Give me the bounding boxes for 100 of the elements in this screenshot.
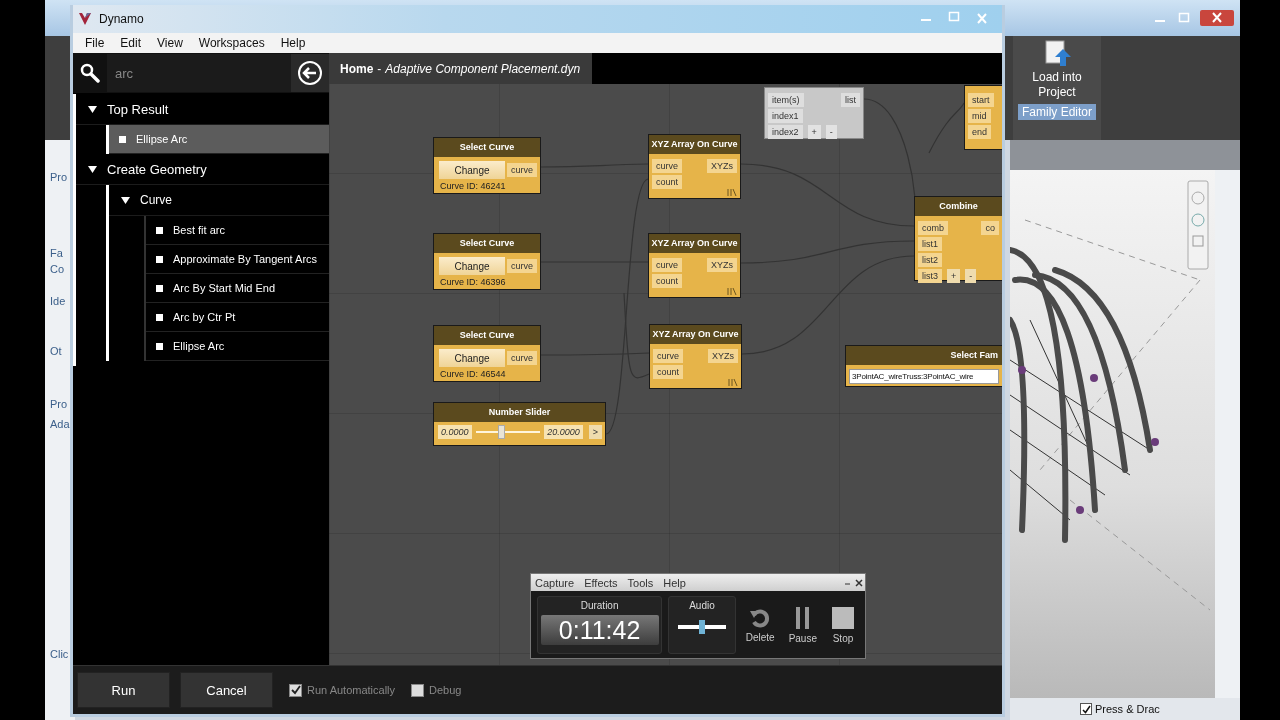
status-text: Press & Drac: [1095, 703, 1160, 715]
port-label[interactable]: end: [968, 125, 992, 139]
port-label[interactable]: XYZs: [708, 349, 738, 363]
node-card[interactable]: XYZ Array On Curve curve count XYZs: [648, 233, 741, 298]
port-label[interactable]: start: [968, 93, 994, 107]
maximize-icon[interactable]: [1176, 12, 1192, 24]
expanded-caret-icon[interactable]: [121, 195, 130, 205]
panel-label: Fa: [50, 246, 64, 260]
node-card[interactable]: Select Curve Change curve Curve ID: 46544: [433, 325, 541, 382]
timer-display: 0:11:42: [540, 614, 659, 645]
search-field[interactable]: arc: [107, 54, 291, 92]
checkbox[interactable]: [1080, 703, 1092, 715]
checkbox-label: Run Automatically: [307, 684, 396, 696]
node-title: Combine: [915, 197, 1002, 216]
max-value-field[interactable]: 20.0000: [544, 425, 583, 439]
port-label[interactable]: curve: [507, 351, 537, 365]
port-label[interactable]: comb: [918, 221, 948, 235]
delete-button[interactable]: Delete: [741, 606, 779, 643]
search-icon: [80, 63, 100, 83]
port-label[interactable]: index2: [768, 125, 803, 139]
change-button[interactable]: Change: [439, 349, 505, 367]
port-label[interactable]: list1: [918, 237, 942, 251]
node-card[interactable]: XYZ Array On Curve curve count XYZs: [649, 324, 742, 389]
port-label[interactable]: XYZs: [707, 258, 737, 272]
panel-label: Ide: [50, 294, 67, 308]
expand-button[interactable]: >: [588, 425, 602, 439]
node-title: XYZ Array On Curve: [649, 234, 740, 253]
panel-label: Pro: [50, 170, 69, 184]
change-button[interactable]: Change: [439, 257, 505, 275]
min-value-field[interactable]: 0.0000: [438, 425, 472, 439]
slider-thumb[interactable]: [498, 425, 506, 439]
node-card[interactable]: XYZ Array On Curve curve count XYZs: [648, 134, 741, 199]
cancel-button[interactable]: Cancel: [180, 672, 273, 708]
port-label[interactable]: list: [841, 93, 860, 107]
node-card[interactable]: Select Curve Change curve Curve ID: 46396: [433, 233, 541, 290]
checkbox[interactable]: [289, 683, 302, 697]
node-title: Select Curve: [434, 326, 540, 345]
port-label[interactable]: mid: [968, 109, 991, 123]
family-dropdown[interactable]: 3PointAC_wireTruss:3PointAC_wire: [849, 369, 999, 384]
pause-button[interactable]: Pause: [784, 605, 821, 644]
slider-track[interactable]: [475, 425, 541, 439]
scroll-bar[interactable]: [1215, 170, 1240, 698]
back-button[interactable]: [291, 54, 329, 92]
add-input-button[interactable]: +: [947, 269, 961, 283]
close-icon[interactable]: [1200, 10, 1234, 26]
add-input-button[interactable]: +: [807, 125, 821, 139]
search-result-item[interactable]: Ellipse Arc: [109, 125, 329, 154]
curve-id-label: Curve ID: 46544: [439, 368, 507, 381]
slider-thumb[interactable]: [698, 619, 705, 634]
port-label[interactable]: count: [652, 274, 683, 288]
tree-group[interactable]: Create Geometry: [76, 154, 329, 185]
node-card[interactable]: Combine comb list1 list2 list3 + - co: [914, 196, 1002, 281]
port-label[interactable]: index1: [768, 109, 803, 123]
port-label[interactable]: XYZs: [707, 159, 737, 173]
node-card[interactable]: Select Fam 3PointAC_wireTruss:3PointAC_wire: [845, 345, 1002, 387]
load-into-project-button[interactable]: Load into Project: [1027, 36, 1087, 102]
node-title: Select Curve: [434, 234, 540, 253]
remove-input-button[interactable]: -: [825, 125, 837, 139]
navigation-bar-icon[interactable]: [1187, 180, 1209, 270]
menu-item[interactable]: Help: [272, 36, 314, 50]
menu-item[interactable]: Effects: [584, 576, 618, 589]
panel-label: Co: [50, 262, 66, 276]
menu-item[interactable]: File: [77, 36, 113, 50]
port-label[interactable]: curve: [652, 258, 682, 272]
menu-item[interactable]: View: [149, 36, 191, 50]
port-label[interactable]: curve: [507, 259, 537, 273]
menu-item[interactable]: Workspaces: [190, 36, 273, 50]
lacing-icon[interactable]: [728, 379, 738, 386]
node-card[interactable]: Number Slider 0.0000 20.0000 >: [433, 402, 606, 446]
menu-item[interactable]: Tools: [627, 576, 654, 589]
run-button[interactable]: Run: [77, 672, 170, 708]
node-card[interactable]: Select Curve Change curve Curve ID: 46241: [433, 137, 541, 194]
port-label[interactable]: count: [653, 365, 684, 379]
port-label[interactable]: curve: [653, 349, 683, 363]
panel-label: Clic: [50, 647, 70, 661]
checkbox-label: Debug: [429, 684, 462, 696]
port-label[interactable]: co: [981, 221, 999, 235]
node-card[interactable]: start mid end: [964, 85, 1002, 150]
port-label[interactable]: curve: [652, 159, 682, 173]
port-label[interactable]: item(s): [768, 93, 804, 107]
node-title: Number Slider: [434, 403, 605, 422]
lacing-icon[interactable]: [727, 189, 737, 196]
checkbox[interactable]: [411, 683, 425, 697]
change-button[interactable]: Change: [439, 161, 505, 179]
close-icon[interactable]: [853, 577, 865, 588]
maximize-icon[interactable]: [946, 11, 962, 23]
expanded-caret-icon[interactable]: [88, 104, 97, 114]
port-label[interactable]: count: [652, 175, 683, 189]
expanded-caret-icon[interactable]: [88, 164, 97, 174]
menu-item[interactable]: Capture: [535, 576, 575, 589]
port-label[interactable]: list2: [918, 253, 942, 267]
lacing-icon[interactable]: [727, 288, 737, 295]
menu-item[interactable]: Edit: [112, 36, 150, 50]
node-card[interactable]: item(s) index1 index2 + - list: [764, 87, 864, 139]
menu-item[interactable]: Help: [663, 576, 686, 589]
workspace-tab[interactable]: Home - Adaptive Component Placement.dyn: [329, 53, 593, 84]
port-label[interactable]: curve: [507, 163, 537, 177]
stop-button[interactable]: Stop: [827, 605, 859, 644]
port-label[interactable]: list3: [918, 269, 942, 283]
remove-input-button[interactable]: -: [965, 269, 977, 283]
